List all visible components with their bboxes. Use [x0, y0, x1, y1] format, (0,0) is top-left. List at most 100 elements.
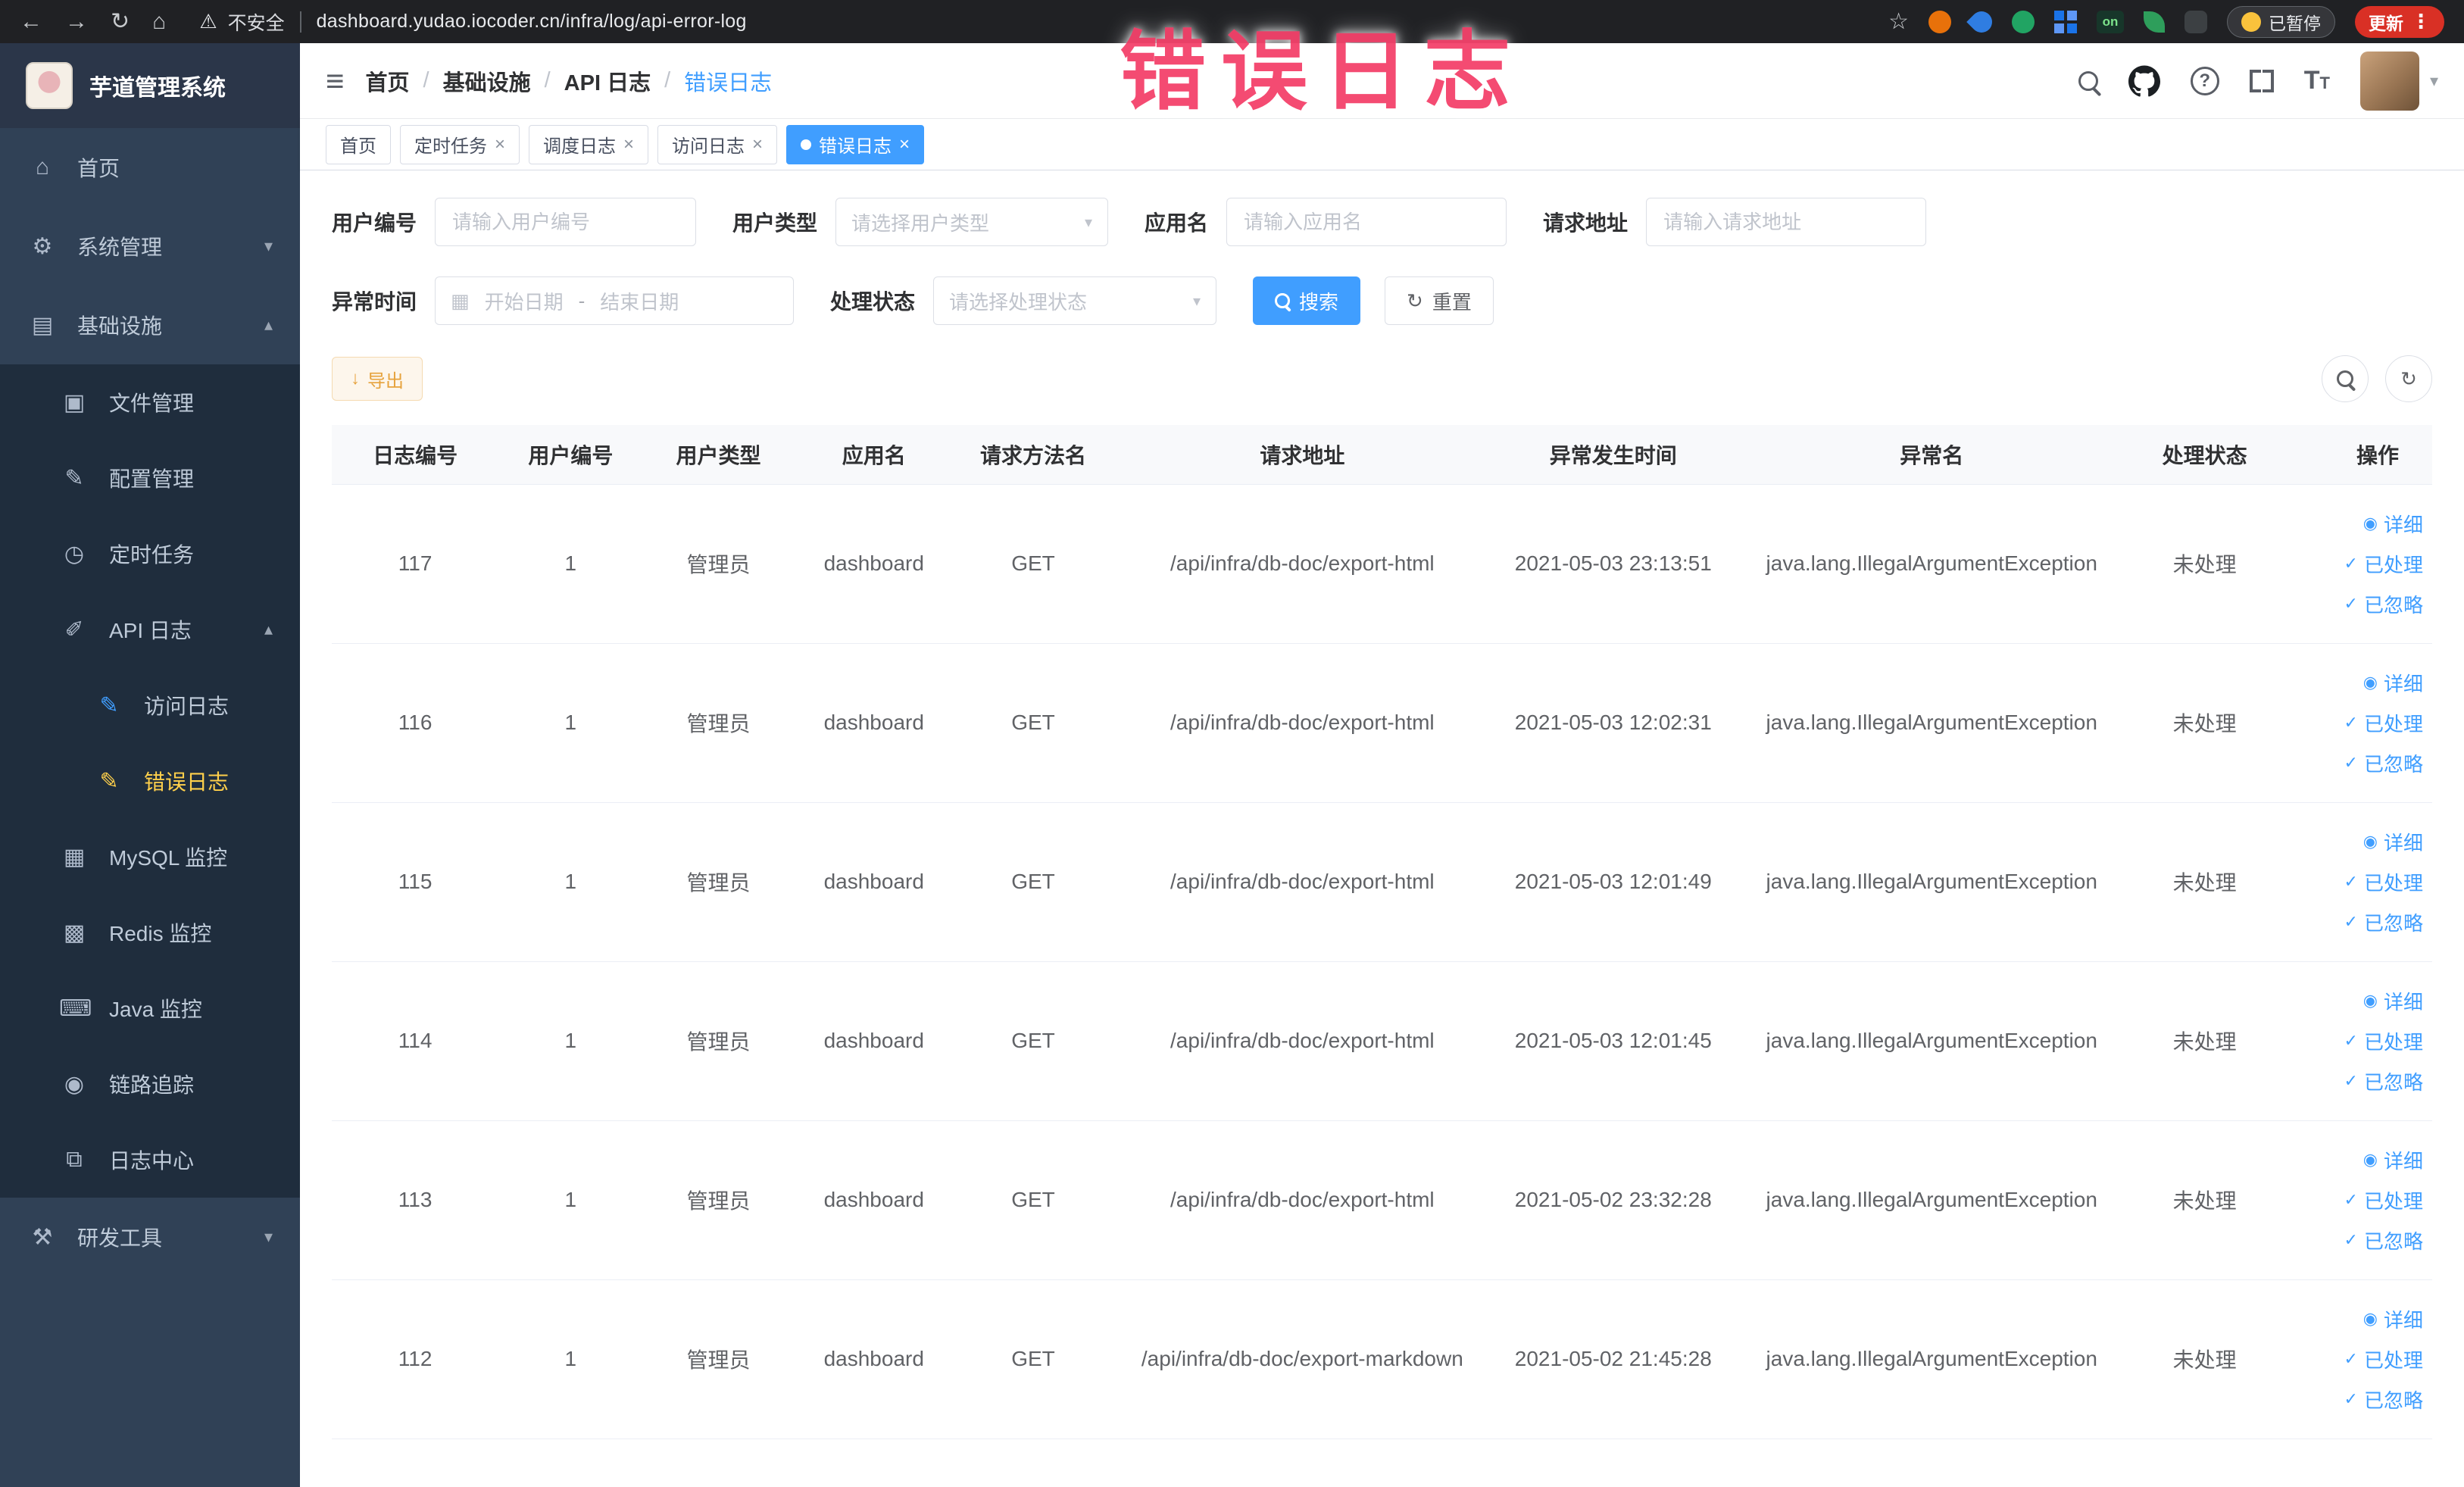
table-row: 113 1 管理员 dashboard GET /api/infra/db-do… — [332, 1120, 2432, 1280]
filter-label: 处理状态 — [830, 290, 916, 314]
kebab-menu-icon[interactable]: ⋮ — [2411, 10, 2431, 33]
sidebar-item-home[interactable]: ⌂ 首页 — [0, 128, 300, 207]
extension-icon-on-badge[interactable]: on — [2097, 10, 2124, 33]
export-button[interactable]: ↓ 导出 — [332, 357, 423, 401]
search-icon — [1275, 293, 1291, 308]
fullscreen-icon[interactable] — [2249, 69, 2274, 92]
column-header: 日志编号 — [332, 425, 499, 485]
sidebar-item-system-management[interactable]: ⚙ 系统管理 ▾ — [0, 207, 300, 286]
hamburger-icon[interactable]: ≡ — [326, 63, 345, 99]
breadcrumb-item[interactable]: 首页 — [366, 65, 410, 97]
date-range-picker[interactable]: ▦ 开始日期 - 结束日期 — [435, 276, 795, 325]
processed-link[interactable]: ✓ 已处理 — [2344, 868, 2423, 896]
close-icon[interactable]: × — [623, 135, 634, 154]
sidebar-item-mysql-monitor[interactable]: ▦ MySQL 监控 — [0, 819, 300, 895]
processed-link[interactable]: ✓ 已处理 — [2344, 1345, 2423, 1373]
close-icon[interactable]: × — [899, 135, 910, 154]
sidebar-item-label: 配置管理 — [109, 467, 195, 491]
breadcrumb-item[interactable]: 基础设施 — [443, 65, 531, 97]
tab-home[interactable]: 首页 — [326, 124, 391, 164]
avatar — [2359, 51, 2419, 111]
cell-time: 2021-05-02 23:32:28 — [1491, 1120, 1735, 1280]
chevron-down-icon: ▾ — [1192, 292, 1201, 310]
extension-icon-grid[interactable] — [2054, 10, 2077, 33]
cell-user-type: 管理员 — [642, 961, 795, 1121]
sidebar-item-api-logs[interactable]: ✐ API 日志 ▴ — [0, 592, 300, 667]
detail-link[interactable]: ◉ 详细 — [2363, 669, 2423, 697]
detail-link[interactable]: ◉ 详细 — [2363, 1146, 2423, 1174]
extension-icon-orange[interactable] — [1928, 10, 1951, 33]
extension-icon-green[interactable] — [2012, 10, 2035, 33]
detail-link[interactable]: ◉ 详细 — [2363, 1305, 2423, 1333]
detail-link[interactable]: ◉ 详细 — [2363, 510, 2423, 538]
user-menu[interactable]: ▾ — [2359, 51, 2438, 111]
search-icon[interactable] — [2078, 70, 2098, 91]
process-status-select[interactable]: 请选择处理状态 ▾ — [933, 276, 1217, 325]
help-icon[interactable]: ? — [2190, 66, 2219, 95]
request-url-input[interactable] — [1646, 198, 1927, 246]
ignored-link[interactable]: ✓ 已忽略 — [2344, 1067, 2423, 1095]
ignored-link[interactable]: ✓ 已忽略 — [2344, 908, 2423, 936]
sidebar-item-trace[interactable]: ◉ 链路追踪 — [0, 1046, 300, 1122]
bookmark-star-icon[interactable]: ☆ — [1888, 8, 1909, 35]
app-name-input[interactable] — [1226, 198, 1507, 246]
cell-time: 2021-05-03 12:01:49 — [1491, 802, 1735, 962]
breadcrumb-item[interactable]: API 日志 — [564, 65, 651, 97]
app-logo[interactable]: 芋道管理系统 — [0, 43, 300, 128]
sidebar-item-infrastructure[interactable]: ▤ 基础设施 ▴ — [0, 286, 300, 364]
filter-user-type: 用户类型 请选择用户类型 ▾ — [732, 198, 1109, 246]
column-header: 操作 — [2280, 425, 2432, 485]
check-icon: ✓ — [2344, 1389, 2358, 1408]
sidebar-item-access-log[interactable]: ✎ 访问日志 — [0, 667, 300, 743]
reset-button[interactable]: ↻ 重置 — [1385, 276, 1494, 325]
action-label: 详细 — [2383, 1149, 2423, 1173]
filter-row-1: 用户编号 用户类型 请选择用户类型 ▾ 应用名 — [332, 198, 2432, 246]
action-label: 已忽略 — [2363, 752, 2423, 776]
chevron-down-icon: ▾ — [2429, 70, 2438, 90]
search-button[interactable]: 搜索 — [1253, 276, 1361, 325]
search-toggle-button[interactable] — [2322, 355, 2369, 402]
extension-icon-leaf[interactable] — [2144, 11, 2165, 33]
sidebar-item-redis-monitor[interactable]: ▩ Redis 监控 — [0, 895, 300, 970]
extension-icon-drop[interactable] — [1966, 6, 1997, 37]
sidebar-item-java-monitor[interactable]: ⌨ Java 监控 — [0, 970, 300, 1046]
tab-job-log[interactable]: 调度日志 × — [529, 124, 649, 164]
address-bar[interactable]: ⚠ 不安全 dashboard.yudao.iocoder.cn/infra/l… — [199, 8, 746, 36]
calendar-icon: ▦ — [451, 289, 470, 312]
user-type-select[interactable]: 请选择用户类型 ▾ — [835, 198, 1109, 246]
detail-link[interactable]: ◉ 详细 — [2363, 828, 2423, 856]
close-icon[interactable]: × — [752, 135, 763, 154]
ignored-link[interactable]: ✓ 已忽略 — [2344, 749, 2423, 777]
ignored-link[interactable]: ✓ 已忽略 — [2344, 1385, 2423, 1414]
sidebar-item-config-management[interactable]: ✎ 配置管理 — [0, 440, 300, 516]
processed-link[interactable]: ✓ 已处理 — [2344, 1186, 2423, 1214]
sidebar-item-error-log[interactable]: ✎ 错误日志 — [0, 743, 300, 819]
ignored-link[interactable]: ✓ 已忽略 — [2344, 590, 2423, 618]
processed-link[interactable]: ✓ 已处理 — [2344, 709, 2423, 737]
reload-icon[interactable]: ↻ — [111, 8, 130, 35]
extension-icon-dark[interactable] — [2184, 10, 2207, 33]
font-size-icon[interactable]: TT — [2304, 66, 2330, 95]
sidebar-item-scheduled-tasks[interactable]: ◷ 定时任务 — [0, 516, 300, 592]
user-id-input[interactable] — [435, 198, 697, 246]
paused-badge[interactable]: 已暂停 — [2227, 5, 2335, 38]
browser-home-icon[interactable]: ⌂ — [152, 9, 166, 35]
filter-label: 用户编号 — [332, 211, 417, 235]
refresh-button[interactable]: ↻ — [2385, 355, 2432, 402]
update-button[interactable]: 更新 ⋮ — [2355, 5, 2444, 38]
back-icon[interactable]: ← — [20, 9, 42, 35]
processed-link[interactable]: ✓ 已处理 — [2344, 550, 2423, 578]
close-icon[interactable]: × — [495, 135, 505, 154]
tab-scheduled-tasks[interactable]: 定时任务 × — [400, 124, 520, 164]
forward-icon[interactable]: → — [65, 9, 88, 35]
github-icon[interactable] — [2128, 65, 2160, 97]
detail-link[interactable]: ◉ 详细 — [2363, 987, 2423, 1015]
sidebar-item-file-management[interactable]: ▣ 文件管理 — [0, 364, 300, 440]
tab-access-log[interactable]: 访问日志 × — [657, 124, 778, 164]
sidebar-item-dev-tools[interactable]: ⚒ 研发工具 ▾ — [0, 1198, 300, 1276]
filter-row-2: 异常时间 ▦ 开始日期 - 结束日期 处理状态 请选择处理状态 ▾ 搜索 ↻ 重… — [332, 276, 2432, 325]
sidebar-item-log-center[interactable]: ⧉ 日志中心 — [0, 1122, 300, 1198]
processed-link[interactable]: ✓ 已处理 — [2344, 1027, 2423, 1055]
ignored-link[interactable]: ✓ 已忽略 — [2344, 1226, 2423, 1254]
tab-error-log[interactable]: 错误日志 × — [786, 124, 925, 164]
